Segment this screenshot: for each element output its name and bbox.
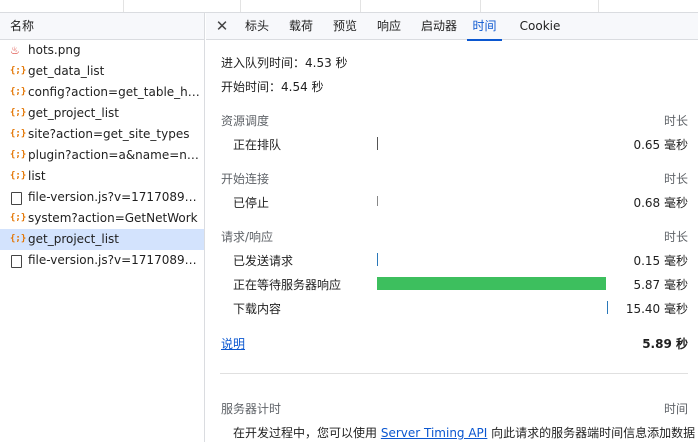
json-icon: {;} xyxy=(10,150,27,160)
queued-time: 进入队列时间：4.53 秒 xyxy=(221,56,348,70)
name-column-header[interactable]: 名称 xyxy=(0,13,204,40)
start-time: 开始时间：4.54 秒 xyxy=(221,80,324,94)
timing-row-label: 已停止 xyxy=(233,196,270,210)
request-name: config?action=get_table_hea… xyxy=(28,85,204,99)
request-sent-bar xyxy=(377,253,378,266)
json-icon: {;} xyxy=(10,171,27,181)
timing-row-label: 正在排队 xyxy=(233,138,282,152)
timing-row-value: 0.15 毫秒 xyxy=(633,254,688,268)
request-list-panel: 名称 ♨ hots.png {;} get_data_list {;} config?ac… xyxy=(0,13,205,442)
queueing-bar xyxy=(377,137,378,150)
section-title-scheduling: 资源调度 xyxy=(221,114,270,128)
request-name: get_project_list xyxy=(28,232,119,246)
timing-row-value: 0.65 毫秒 xyxy=(633,138,688,152)
request-name: hots.png xyxy=(28,43,81,57)
json-icon: {;} xyxy=(10,234,27,244)
duration-header: 时长 xyxy=(663,172,688,186)
request-name: get_data_list xyxy=(28,64,105,78)
request-name: list xyxy=(28,169,46,183)
json-icon: {;} xyxy=(10,129,27,139)
tab-payload[interactable]: 载荷 xyxy=(288,13,314,40)
server-timing-description: 在开发过程中，您可以使用 Server Timing API 向此请求的服务器端… xyxy=(233,424,695,441)
request-row[interactable]: {;} config?action=get_table_hea… xyxy=(0,82,204,103)
content-download-bar xyxy=(607,301,608,314)
request-row[interactable]: ♨ hots.png xyxy=(0,40,204,61)
document-icon xyxy=(10,250,24,270)
request-row[interactable]: {;} get_data_list xyxy=(0,61,204,82)
request-name: get_project_list xyxy=(28,106,119,120)
request-name: file-version.js?v=171708901… xyxy=(28,253,204,267)
tab-response[interactable]: 响应 xyxy=(376,13,402,40)
server-timing-api-link[interactable]: Server Timing API xyxy=(381,426,488,440)
request-row[interactable]: {;} get_project_list xyxy=(0,103,204,124)
request-row[interactable]: {;} system?action=GetNetWork xyxy=(0,208,204,229)
server-timing-text-after: 向此请求的服务器端时间信息添加数据 xyxy=(487,426,696,440)
timing-row-value: 15.40 毫秒 xyxy=(625,302,688,316)
timing-row-label: 下载内容 xyxy=(233,302,282,316)
duration-header: 时长 xyxy=(663,230,688,244)
request-list: ♨ hots.png {;} get_data_list {;} config?actio… xyxy=(0,40,204,271)
request-row[interactable]: {;} plugin?action=a&name=nod… xyxy=(0,145,204,166)
tab-preview[interactable]: 预览 xyxy=(332,13,358,40)
total-duration: 5.89 秒 xyxy=(642,337,688,351)
json-icon: {;} xyxy=(10,108,27,118)
server-timing-duration-header: 时间 xyxy=(663,402,688,416)
timing-row-label: 已发送请求 xyxy=(233,254,294,268)
explanation-link[interactable]: 说明 xyxy=(221,335,245,352)
duration-header: 时长 xyxy=(663,114,688,128)
top-strip xyxy=(0,0,698,13)
request-row[interactable]: {;} site?action=get_site_types xyxy=(0,124,204,145)
request-row[interactable]: {;} get_project_list xyxy=(0,229,204,250)
json-icon: {;} xyxy=(10,66,27,76)
image-icon: ♨ xyxy=(10,44,20,57)
close-icon[interactable]: ✕ xyxy=(212,13,232,40)
waiting-server-bar xyxy=(377,277,606,290)
tab-cookies[interactable]: Cookie xyxy=(518,13,562,40)
document-icon xyxy=(10,187,24,207)
section-title-connection: 开始连接 xyxy=(221,172,270,186)
request-name: plugin?action=a&name=nod… xyxy=(28,148,204,162)
request-name: system?action=GetNetWork xyxy=(28,211,198,225)
tab-initiator[interactable]: 启动器 xyxy=(419,13,459,40)
details-tabbar: ✕ 标头 载荷 预览 响应 启动器 时间 Cookie xyxy=(206,13,698,41)
timing-row-value: 5.87 毫秒 xyxy=(633,278,688,292)
section-title-request-response: 请求/响应 xyxy=(221,230,274,244)
request-name: site?action=get_site_types xyxy=(28,127,190,141)
request-row[interactable]: file-version.js?v=171708901… xyxy=(0,250,204,271)
request-row[interactable]: {;} list xyxy=(0,166,204,187)
server-timing-title: 服务器计时 xyxy=(221,402,282,416)
json-icon: {;} xyxy=(10,87,27,97)
server-timing-text-before: 在开发过程中，您可以使用 xyxy=(233,426,381,440)
timing-row-value: 0.68 毫秒 xyxy=(633,196,688,210)
request-name: file-version.js?v=171708901… xyxy=(28,190,204,204)
json-icon: {;} xyxy=(10,213,27,223)
tab-headers[interactable]: 标头 xyxy=(244,13,270,40)
stalled-bar xyxy=(377,196,378,206)
request-row[interactable]: file-version.js?v=171708901… xyxy=(0,187,204,208)
details-panel: ✕ 标头 载荷 预览 响应 启动器 时间 Cookie 进入队列时间：4.53 … xyxy=(206,13,698,442)
tab-timing[interactable]: 时间 xyxy=(467,13,502,41)
timing-row-label: 正在等待服务器响应 xyxy=(233,278,342,292)
divider xyxy=(220,373,688,374)
